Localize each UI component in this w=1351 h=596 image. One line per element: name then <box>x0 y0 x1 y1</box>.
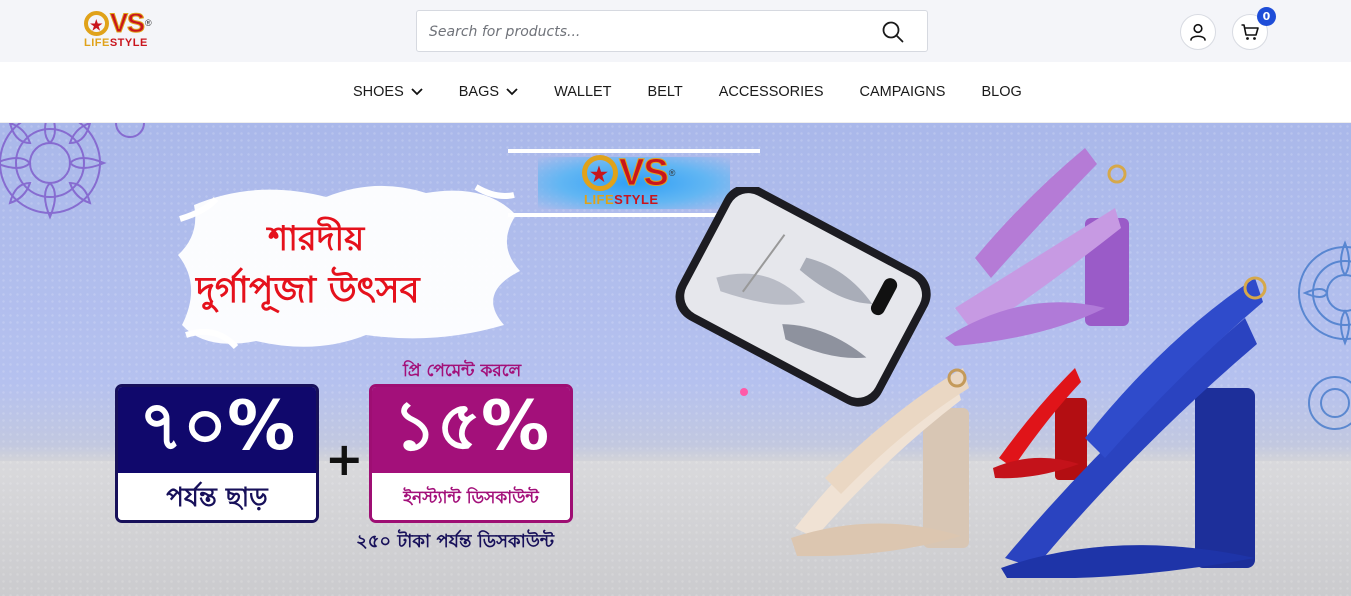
nav-item-accessories[interactable]: ACCESSORIES <box>719 84 824 100</box>
red-sandal-icon <box>993 368 1087 480</box>
discount-caption: পর্যন্ত ছাড় <box>118 473 316 520</box>
nav-item-blog[interactable]: BLOG <box>981 84 1021 100</box>
hero-banner[interactable]: শারদীয় দুর্গাপূজা উৎসব VS® LIFESTYLE ৭০… <box>0 123 1351 596</box>
chevron-down-icon <box>411 88 423 96</box>
account-button[interactable] <box>1180 14 1216 50</box>
search-input[interactable] <box>429 21 869 43</box>
header-bar: VS® LIFESTYLE 0 <box>0 0 1351 62</box>
festival-title-line2: দুর্গাপূজা উৎসব <box>196 270 420 311</box>
main-navigation: SHOES BAGS WALLET BELT ACCESSORIES CAMPA… <box>0 62 1351 123</box>
search-icon[interactable] <box>881 20 905 44</box>
search-bar <box>416 10 928 52</box>
chevron-down-icon <box>506 88 518 96</box>
prepay-note: প্রি পেমেন্ট করলে <box>403 361 522 381</box>
cart-icon <box>1241 24 1259 40</box>
instant-discount-box: ১৫% ইনস্ট্যান্ট ডিসকাউন্ট <box>369 384 573 523</box>
discount-percent: ৭০% <box>118 387 316 473</box>
sandals-product-image <box>791 148 1267 578</box>
logo-subtitle: LIFESTYLE <box>84 37 148 49</box>
nav-item-shoes[interactable]: SHOES <box>353 84 423 100</box>
site-logo[interactable]: VS® LIFESTYLE <box>84 9 164 54</box>
mandala-decoration-left <box>0 123 145 220</box>
logo-o-star-icon <box>582 155 618 193</box>
nav-item-wallet[interactable]: WALLET <box>554 84 611 100</box>
cream-sandal-icon <box>791 368 969 557</box>
instant-caption: ইনস্ট্যান্ট ডিসকাউন্ট <box>372 473 570 520</box>
discount-70-box: ৭০% পর্যন্ত ছাড় <box>115 384 319 523</box>
logo-o-star-icon <box>84 10 109 38</box>
festival-title-line1: শারদীয় <box>268 219 365 259</box>
purple-sandal-icon <box>945 148 1129 346</box>
cart-count-badge: 0 <box>1257 7 1276 26</box>
logo-wordmark: VS® <box>84 9 164 38</box>
upto-discount-note: ২৫০ টাকা পর্যন্ত ডিসকাউন্ট <box>356 531 555 552</box>
user-icon <box>1190 23 1206 41</box>
nav-item-campaigns[interactable]: CAMPAIGNS <box>860 84 946 100</box>
plus-sign: + <box>325 432 364 486</box>
instant-percent: ১৫% <box>372 387 570 473</box>
mandala-decoration-right <box>1298 240 1351 430</box>
nav-item-belt[interactable]: BELT <box>648 84 683 100</box>
nav-item-bags[interactable]: BAGS <box>459 84 518 100</box>
